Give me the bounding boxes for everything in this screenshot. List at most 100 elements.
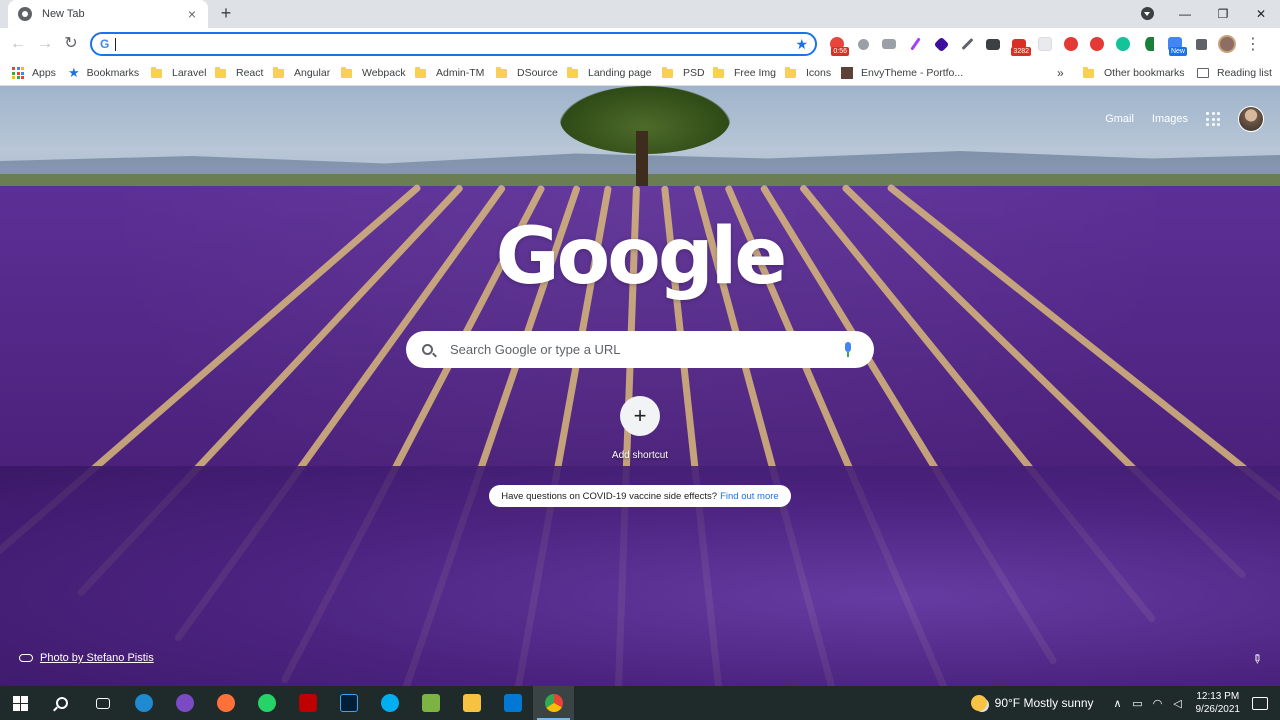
taskbar-file-explorer[interactable] <box>451 686 492 720</box>
bookmark-folder-admin-tm[interactable]: Admin-TM <box>415 64 484 82</box>
bookmark-folder-landing-page[interactable]: Landing page <box>567 64 652 82</box>
whatsapp-icon <box>257 694 276 712</box>
minimize-button[interactable]: — <box>1166 0 1204 28</box>
taskbar-chrome[interactable] <box>533 686 574 720</box>
back-button[interactable]: ← <box>8 34 28 54</box>
bookmarks-bar: Apps ★ Bookmarks Laravel React Angular W… <box>0 60 1280 86</box>
adblock-extension-icon[interactable] <box>1084 32 1110 56</box>
eyedropper-extension-icon[interactable] <box>954 32 980 56</box>
taskbar-whatsapp[interactable] <box>246 686 287 720</box>
battery-icon[interactable]: ▭ <box>1128 697 1148 710</box>
task-view-button[interactable] <box>82 686 123 720</box>
windows-logo-icon <box>13 695 28 711</box>
bookmark-folder-psd[interactable]: PSD <box>662 64 705 82</box>
title-bar: New Tab × + — ❐ ✕ <box>0 0 1280 28</box>
address-bar[interactable]: G ★ <box>90 32 817 56</box>
bookmark-folder-free-img[interactable]: Free Img <box>713 64 776 82</box>
ntp-search-input[interactable] <box>450 342 836 357</box>
reload-button[interactable]: ↻ <box>61 34 81 54</box>
bookmark-folder-dsource[interactable]: DSource <box>496 64 558 82</box>
bookmark-star-icon[interactable]: ★ <box>795 36 808 53</box>
bookmark-bookmarks[interactable]: ★ Bookmarks <box>68 64 139 82</box>
taskbar-filezilla[interactable] <box>287 686 328 720</box>
add-shortcut-tile[interactable]: + Add shortcut <box>600 396 680 461</box>
maximize-button[interactable]: ❐ <box>1204 0 1242 28</box>
reading-list-button[interactable]: Reading list <box>1197 64 1272 82</box>
taskbar-firefox[interactable] <box>205 686 246 720</box>
folder-icon <box>273 66 284 78</box>
site-favicon-icon <box>841 67 853 79</box>
weather-widget[interactable]: 90°F Mostly sunny <box>970 695 1094 711</box>
taskbar-photoshop[interactable] <box>328 686 369 720</box>
taskbar-vscode[interactable] <box>492 686 533 720</box>
grammarly-extension-icon[interactable] <box>1110 32 1136 56</box>
link-icon <box>19 654 33 662</box>
bookmarks-overflow-button[interactable]: » <box>1057 64 1064 82</box>
bookmark-folder-icons[interactable]: Icons <box>785 64 831 82</box>
timer-extension-icon[interactable]: 0:56 <box>824 32 850 56</box>
folder-icon <box>341 66 352 78</box>
profile-avatar[interactable] <box>1214 32 1240 56</box>
folder-icon <box>215 66 226 78</box>
opera-extension-icon[interactable] <box>1058 32 1084 56</box>
folder-icon <box>785 66 796 78</box>
photo-attribution-link[interactable]: Photo by Stefano Pistis <box>19 652 154 664</box>
close-window-button[interactable]: ✕ <box>1242 0 1280 28</box>
sun-icon <box>970 695 987 711</box>
forward-button[interactable]: → <box>35 34 55 54</box>
taskbar-search-button[interactable] <box>41 686 82 720</box>
clock[interactable]: 12:13 PM 9/26/2021 <box>1196 690 1241 716</box>
photoshop-icon <box>339 694 358 712</box>
google-apps-icon[interactable] <box>1206 112 1220 126</box>
firefox-icon <box>216 694 235 712</box>
camera-extension-icon[interactable] <box>876 32 902 56</box>
find-out-more-link[interactable]: Find out more <box>720 491 779 502</box>
clock-time: 12:13 PM <box>1196 691 1240 702</box>
menu-kebab-icon[interactable]: ⋮ <box>1240 32 1266 56</box>
tab-close-button[interactable]: × <box>184 6 200 22</box>
terminal-extension-icon[interactable] <box>980 32 1006 56</box>
new-tab-button[interactable]: + <box>216 4 236 24</box>
bookmark-other-bookmarks[interactable]: Other bookmarks <box>1083 64 1185 82</box>
cube-extension-icon[interactable] <box>928 32 954 56</box>
folder-icon <box>1083 66 1094 78</box>
search-icon <box>55 697 68 709</box>
bookmark-apps[interactable]: Apps <box>12 64 56 82</box>
bookmark-folder-react[interactable]: React <box>215 64 263 82</box>
tab-new-tab[interactable]: New Tab × <box>8 0 208 28</box>
microphone-icon[interactable] <box>836 338 860 362</box>
taskbar-github[interactable] <box>164 686 205 720</box>
puzzle-extensions-icon[interactable] <box>1188 32 1214 56</box>
account-avatar[interactable] <box>1238 106 1264 132</box>
bookmark-folder-laravel[interactable]: Laravel <box>151 64 206 82</box>
gmail-link[interactable]: Gmail <box>1105 113 1134 125</box>
blank-extension-icon[interactable] <box>1032 32 1058 56</box>
taskbar-skype[interactable] <box>369 686 410 720</box>
bookmark-folder-angular[interactable]: Angular <box>273 64 330 82</box>
tray-overflow-icon[interactable]: ∧ <box>1108 697 1128 710</box>
wifi-icon[interactable]: ◠ <box>1148 697 1168 710</box>
new-extension-icon[interactable]: New <box>1162 32 1188 56</box>
ntp-search-box[interactable] <box>406 331 874 368</box>
mail-extension-icon[interactable]: 3282 <box>1006 32 1032 56</box>
windows-taskbar: 90°F Mostly sunny ∧ ▭ ◠ ◁ 12:13 PM 9/26/… <box>0 686 1280 720</box>
vscode-icon <box>503 694 522 712</box>
skype-icon <box>380 694 399 712</box>
cast-extension-icon[interactable] <box>1136 32 1162 56</box>
recycle-extension-icon[interactable] <box>850 32 876 56</box>
volume-icon[interactable]: ◁ <box>1168 697 1188 710</box>
folder-icon <box>496 66 507 78</box>
start-button[interactable] <box>0 686 41 720</box>
google-g-icon: G <box>100 37 110 51</box>
notifications-icon[interactable] <box>1252 696 1268 710</box>
notepad-icon <box>421 694 440 712</box>
tab-search-icon[interactable] <box>1141 7 1154 20</box>
pen-extension-icon[interactable] <box>902 32 928 56</box>
taskbar-notepad[interactable] <box>410 686 451 720</box>
taskbar-edge[interactable] <box>123 686 164 720</box>
filezilla-icon <box>298 694 317 712</box>
bookmark-folder-webpack[interactable]: Webpack <box>341 64 406 82</box>
window-controls: — ❐ ✕ <box>1166 0 1280 28</box>
images-link[interactable]: Images <box>1152 113 1188 125</box>
bookmark-envytheme[interactable]: EnvyTheme - Portfo... <box>841 64 963 82</box>
